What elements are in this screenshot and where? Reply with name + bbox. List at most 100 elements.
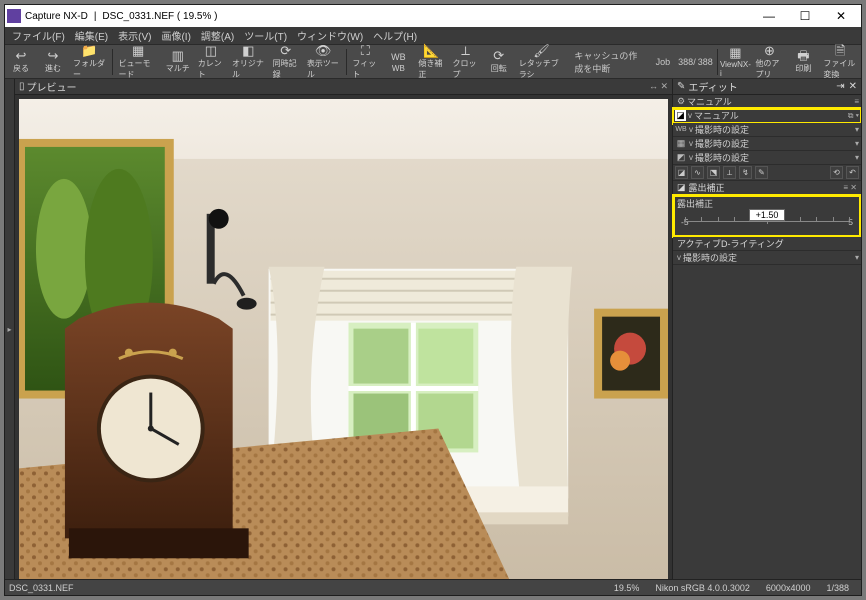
menu-help[interactable]: ヘルプ(H) — [368, 27, 422, 44]
exposure-row-highlighted[interactable]: ◪ v マニュアル ⧉ ▾ — [673, 109, 861, 123]
app-name: Capture NX-D — [25, 11, 88, 22]
separator — [112, 49, 113, 75]
preview-title: プレビュー — [27, 79, 77, 94]
dlighting-row[interactable]: v 撮影時の設定 ▾ — [673, 251, 861, 265]
current-button[interactable]: ◫カレント — [194, 45, 228, 79]
sync-icon: ⟳ — [280, 44, 291, 58]
level-icon[interactable]: ⬔ — [707, 166, 720, 179]
close-button[interactable]: ✕ — [823, 6, 859, 26]
left-gutter[interactable]: ▸ — [5, 79, 15, 579]
dropdown-icon[interactable]: ▾ — [855, 125, 859, 134]
gear-icon: ⚙ — [675, 96, 687, 108]
wb-small-icon: WB — [675, 124, 687, 136]
section-menu-icon[interactable]: ≡ ✕ — [843, 183, 857, 192]
fit-icon: ⛶ — [361, 44, 370, 58]
undo-icon[interactable]: ↶ — [846, 166, 859, 179]
maximize-button[interactable]: ☐ — [787, 6, 823, 26]
dropdown-icon[interactable]: ▾ — [855, 153, 859, 162]
crop-strip-icon[interactable]: ⟂ — [723, 166, 736, 179]
status-filename: DSC_0331.NEF — [9, 583, 74, 593]
crop-button[interactable]: ⟂クロップ — [449, 45, 483, 79]
manual-row-1[interactable]: ⚙ マニュアル ≡ — [673, 95, 861, 109]
dropper-icon: WB — [391, 50, 406, 64]
dropdown-icon[interactable]: ⧉ ▾ — [848, 111, 859, 121]
multi-icon: ▥ — [172, 49, 184, 63]
menu-window[interactable]: ウィンドウ(W) — [292, 27, 368, 44]
window-titlebar: Capture NX-D | DSC_0331.NEF ( 19.5% ) — … — [5, 5, 861, 27]
menu-file[interactable]: ファイル(F) — [7, 27, 70, 44]
print-button[interactable]: 🖶印刷 — [787, 45, 819, 79]
preview-header: ▯ プレビュー ↔ ✕ — [15, 79, 672, 95]
straighten-strip-icon[interactable]: ↯ — [739, 166, 752, 179]
menu-adjust[interactable]: 調整(A) — [196, 27, 239, 44]
dlighting-header[interactable]: アクティブD-ライティング — [673, 237, 861, 251]
reset-icon[interactable]: ⟲ — [830, 166, 843, 179]
exposure-value[interactable]: +1.50 — [749, 209, 785, 221]
menu-disclosure-icon[interactable]: ≡ — [854, 97, 859, 106]
crop-icon: ⟂ — [461, 44, 470, 58]
job-total: 388 — [698, 57, 715, 67]
dropdown-icon[interactable]: ▾ — [855, 253, 859, 262]
otherapp-button[interactable]: ⊕他のアプリ — [751, 45, 787, 79]
statusbar: DSC_0331.NEF 19.5% Nikon sRGB 4.0.0.3002… — [5, 579, 861, 595]
dropdown-icon[interactable]: ▾ — [855, 139, 859, 148]
adjustment-icon-strip: ◪ ∿ ⬔ ⟂ ↯ ✎ ⟲ ↶ — [673, 165, 861, 181]
picture-control-row[interactable]: ▦ v 撮影時の設定 ▾ — [673, 137, 861, 151]
document-title: DSC_0331.NEF ( 19.5% ) — [102, 11, 217, 22]
rotate-button[interactable]: ⟳回転 — [483, 45, 515, 79]
straighten-button[interactable]: 📐傾き補正 — [414, 45, 448, 79]
retouch-button[interactable]: 🖌レタッチブラシ — [515, 45, 569, 79]
grid-icon: ▦ — [132, 44, 144, 58]
curve-icon[interactable]: ∿ — [691, 166, 704, 179]
separator — [717, 49, 718, 75]
exp-hdr-icon: ◪ — [677, 182, 686, 193]
eye-icon: 👁 — [315, 44, 332, 58]
preview-panel: ▯ プレビュー ↔ ✕ — [15, 79, 672, 579]
exposure-section-header[interactable]: ◪ 露出補正 ≡ ✕ — [673, 181, 861, 195]
menu-edit[interactable]: 編集(E) — [70, 27, 113, 44]
original-button[interactable]: ◧オリジナル — [228, 45, 269, 79]
brush-icon: 🖌 — [533, 44, 550, 58]
forward-button[interactable]: ↪進む — [37, 45, 69, 79]
multi-button[interactable]: ▥マルチ — [162, 45, 194, 79]
brush-strip-icon[interactable]: ✎ — [755, 166, 768, 179]
viewmode-button[interactable]: ▦ビューモード — [115, 45, 162, 79]
wb-row[interactable]: WB v 撮影時の設定 ▾ — [673, 123, 861, 137]
menu-image[interactable]: 画像(I) — [156, 27, 195, 44]
exposure-controls-highlighted: 露出補正 -5 5 +1.50 — [673, 195, 861, 237]
collapse-icon[interactable]: ▯ — [19, 81, 25, 92]
menu-view[interactable]: 表示(V) — [113, 27, 156, 44]
panel-close-icon[interactable]: ↔ ✕ — [649, 81, 668, 92]
app-icon — [7, 9, 21, 23]
folder-button[interactable]: 📁フォルダー — [69, 45, 110, 79]
edit-icon: ✎ — [677, 81, 685, 92]
app-frame: Capture NX-D | DSC_0331.NEF ( 19.5% ) — … — [4, 4, 862, 596]
nr-row[interactable]: ◩ v 撮影時の設定 ▾ — [673, 151, 861, 165]
image-canvas[interactable] — [19, 99, 668, 579]
back-button[interactable]: ↩戻る — [5, 45, 37, 79]
chevron-down-icon: v — [688, 111, 692, 120]
chevron-down-icon: v — [689, 139, 693, 148]
exposure-icon: ◪ — [675, 110, 686, 121]
viewnx-button[interactable]: ▦ViewNX-i — [719, 45, 751, 79]
export-icon: 🗎 — [835, 44, 845, 58]
syncrec-button[interactable]: ⟳同時記録 — [269, 45, 303, 79]
separator — [346, 49, 347, 75]
showtool-button[interactable]: 👁表示ツール — [303, 45, 344, 79]
chevron-down-icon: v — [677, 253, 681, 262]
minimize-button[interactable]: — — [751, 6, 787, 26]
fit-button[interactable]: ⛶フィット — [348, 45, 382, 79]
pin-icon[interactable]: ⇥ — [836, 81, 844, 92]
wb-button[interactable]: WBWB — [382, 45, 414, 79]
exposure-slider[interactable]: -5 5 +1.50 — [677, 211, 857, 231]
fileconv-button[interactable]: 🗎ファイル変換 — [819, 45, 861, 79]
filter-icon: ◩ — [675, 152, 687, 164]
menu-tool[interactable]: ツール(T) — [239, 27, 292, 44]
level-icon: 📐 — [423, 44, 439, 58]
panel-close-icon[interactable]: ✕ — [849, 81, 857, 92]
preview-body: ◂ ▸ — [15, 95, 672, 579]
edit-header: ✎ エディット ⇥✕ — [673, 79, 861, 95]
forward-arrow-icon: ↪ — [48, 49, 59, 63]
tone-icon[interactable]: ◪ — [675, 166, 688, 179]
picture-icon: ▦ — [675, 138, 687, 150]
